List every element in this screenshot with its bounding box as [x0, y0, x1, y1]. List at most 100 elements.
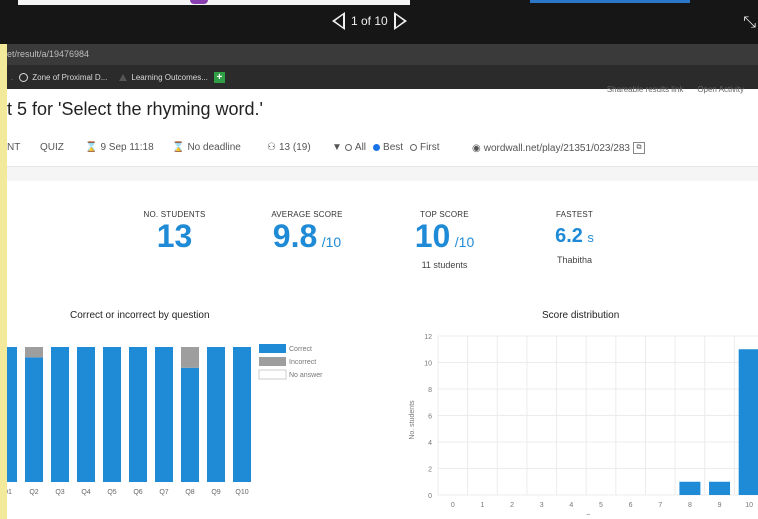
copy-icon[interactable]: ⧉: [632, 142, 645, 154]
add-bookmark-icon[interactable]: +: [213, 71, 225, 83]
purple-logo-fragment: [190, 0, 208, 4]
bar-correct: [51, 347, 69, 482]
x-tick-label: 4: [569, 502, 573, 509]
y-tick-label: 0: [428, 493, 432, 500]
chart1-title: Correct or incorrect by question: [70, 310, 210, 321]
x-tick-label: 9: [718, 502, 722, 509]
filter-icon: ▼: [332, 142, 342, 153]
blue-button-fragment: [530, 0, 690, 3]
stat-fastest: FASTEST 6.2 s Thabitha: [532, 210, 617, 265]
stat-value: 6.2: [555, 225, 583, 247]
bookmark-separator: .: [11, 72, 14, 82]
open-activity-link[interactable]: Open Activity: [697, 85, 744, 94]
address-bar[interactable]: et/result/a/19476984: [7, 44, 758, 65]
x-tick-label: 6: [629, 502, 633, 509]
meta-filter: ▼ All Best First: [332, 142, 440, 153]
meta-nt: NT: [7, 142, 21, 153]
bar-score-10: [738, 349, 758, 495]
x-tick-label: 5: [599, 502, 603, 509]
legend-swatch: [258, 369, 287, 380]
x-tick-label: Q4: [81, 489, 90, 496]
legend-label: Correct: [289, 346, 312, 353]
meta-date-text: 9 Sep 11:18: [100, 142, 154, 153]
stat-average: AVERAGE SCORE 9.8 /10: [252, 210, 362, 260]
stat-value: 9.8: [272, 218, 318, 254]
y-tick-label: 8: [428, 387, 432, 394]
correct-incorrect-chart: 01 Q2 Q3 Q4 Q5 Q6 Q7 Q8 Q9 Q10 Correct Incorrect No …: [7, 344, 323, 496]
stat-students: NO. STUDENTS 13: [127, 210, 222, 253]
stat-value: 13: [156, 218, 193, 254]
bar-correct: [103, 347, 121, 482]
slide-viewer-bar: 1 of 10 ⤡: [0, 0, 758, 44]
bookmark-learning-outcomes[interactable]: Learning Outcomes...: [119, 72, 208, 82]
legend-swatch: [259, 344, 286, 353]
stat-value-row: 10 /10: [397, 219, 492, 260]
x-tick-label: Q2: [29, 489, 38, 496]
results-page: Shareable results link Open Activity t 5…: [7, 85, 758, 519]
url-text: et/result/a/19476984: [7, 49, 90, 59]
bar-correct: [7, 347, 17, 482]
bar-incorrect: [25, 347, 43, 358]
bookmark-label: Zone of Proximal D...: [32, 72, 108, 82]
radio-best[interactable]: [373, 144, 381, 151]
shareable-link[interactable]: Shareable results link: [607, 85, 683, 94]
x-tick-label: 1: [481, 502, 485, 509]
x-tick-label: Q7: [159, 489, 168, 496]
stat-unit: /10: [454, 234, 475, 250]
stat-label: FASTEST: [556, 210, 593, 219]
user-icon: ⚇: [267, 142, 276, 153]
exit-fullscreen-icon[interactable]: ⤡: [743, 14, 756, 32]
stat-top: TOP SCORE 10 /10 11 students: [397, 210, 492, 270]
x-tick-label: 10: [745, 502, 753, 509]
bar-correct: [181, 367, 199, 482]
meta-students-text: 13 (19): [278, 142, 311, 153]
y-axis-label: No. students: [409, 400, 416, 440]
bar-correct: [233, 347, 251, 482]
meta-type: QUIZ: [40, 142, 64, 153]
score-distribution-chart: 024681012012345678910ScoreNo. students: [409, 334, 758, 515]
x-tick-label: Q10: [235, 489, 248, 496]
y-tick-label: 12: [424, 334, 432, 341]
radio-all[interactable]: [344, 144, 352, 151]
x-tick-label: Q8: [185, 489, 194, 496]
filter-best-label: Best: [383, 142, 404, 153]
bar-incorrect: [181, 347, 199, 368]
meta-students: ⚇ 13 (19): [267, 142, 311, 153]
x-tick-label: 01: [7, 489, 12, 496]
hourglass-empty-icon: ⌛: [172, 142, 185, 153]
x-tick-label: Q9: [211, 489, 220, 496]
bar-correct: [207, 347, 225, 482]
y-tick-label: 6: [428, 414, 432, 421]
bookmark-label: Learning Outcomes...: [131, 72, 208, 82]
activity-link-text[interactable]: wordwall.net/play/21351/023/283: [484, 143, 630, 154]
filter-first-label: First: [420, 142, 440, 153]
stat-value: 10: [414, 218, 451, 254]
x-axis-label: Score: [586, 514, 604, 515]
meta-row: NT QUIZ ⌛ 9 Sep 11:18 ⌛ No deadline ⚇ 13…: [7, 129, 758, 167]
x-tick-label: Q5: [107, 489, 116, 496]
page-title: t 5 for 'Select the rhyming word.': [7, 99, 263, 119]
y-tick-label: 10: [424, 361, 432, 368]
stat-value-row: 6.2 s: [532, 219, 617, 255]
radio-first[interactable]: [410, 144, 418, 151]
pager-text: 1 of 10: [351, 14, 388, 28]
bar-correct: [155, 347, 173, 482]
x-tick-label: 3: [540, 502, 544, 509]
meta-deadline: ⌛ No deadline: [172, 142, 241, 153]
legend-swatch: [259, 357, 286, 366]
y-tick-label: 2: [428, 467, 432, 474]
x-tick-label: 0: [451, 502, 455, 509]
section-divider: [7, 167, 758, 181]
x-tick-label: Q6: [133, 489, 142, 496]
bar-correct: [77, 347, 95, 482]
globe-icon: [19, 72, 29, 82]
previous-slide-icon[interactable]: [332, 12, 345, 30]
bookmark-zone-of-proximal[interactable]: Zone of Proximal D...: [19, 72, 108, 82]
stat-value-row: 9.8 /10: [252, 219, 362, 260]
meta-link: ◉ wordwall.net/play/21351/023/283 ⧉: [472, 142, 645, 154]
next-slide-icon[interactable]: [393, 12, 407, 30]
bar-score-8: [679, 481, 701, 495]
meta-deadline-text: No deadline: [187, 142, 241, 153]
top-links: Shareable results link Open Activity: [607, 85, 744, 94]
y-tick-label: 4: [428, 440, 432, 447]
